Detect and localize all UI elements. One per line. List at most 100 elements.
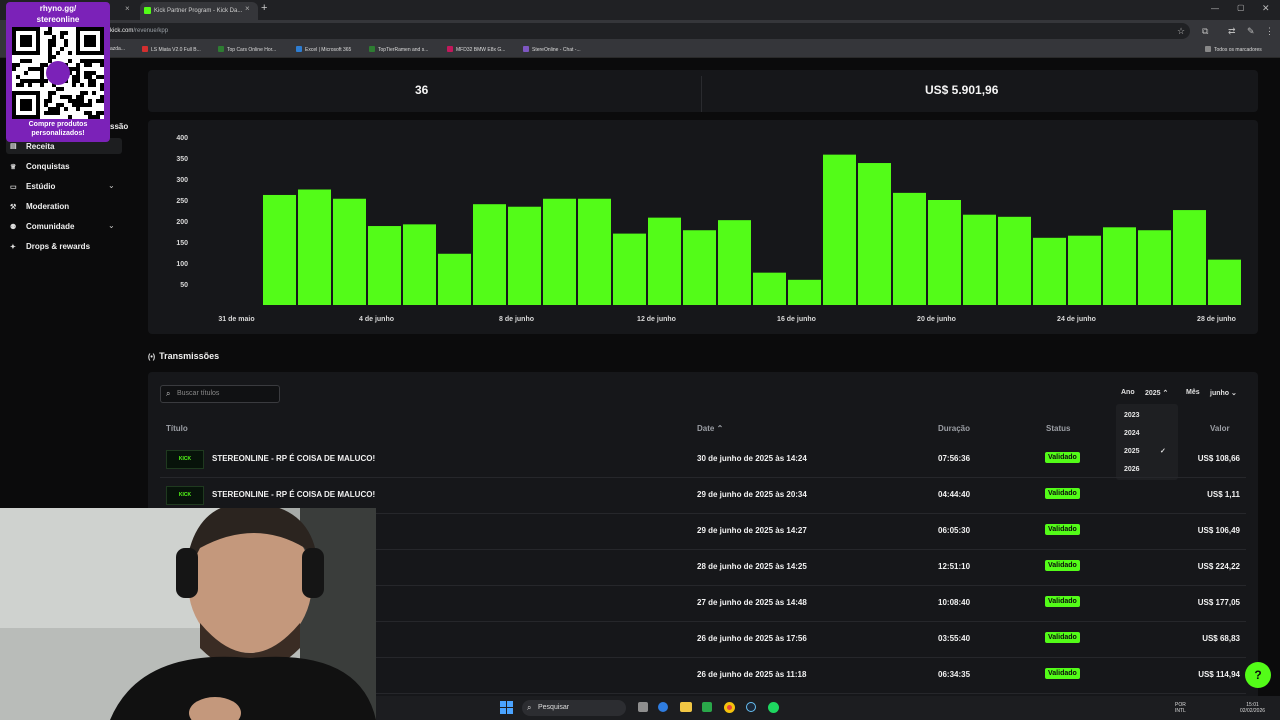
taskbar-search[interactable]: ⌕ Pesquisar xyxy=(522,700,626,716)
help-chat-button[interactable]: ? xyxy=(1245,662,1271,688)
chart-bar[interactable] xyxy=(1138,230,1171,305)
chart-bar[interactable] xyxy=(1173,210,1206,305)
section-title: (•) Transmissões xyxy=(148,351,220,361)
stream-thumbnail[interactable]: KICK xyxy=(166,450,204,469)
chart-bar[interactable] xyxy=(753,272,786,305)
chat-icon: ? xyxy=(1254,668,1262,682)
stream-date: 26 de junho de 2025 às 17:56 xyxy=(697,634,807,643)
stats-panel: 36 US$ 5.901,96 xyxy=(148,70,1258,112)
bookmark-item[interactable]: Top Cars Online Hor... xyxy=(218,46,276,53)
sidebar-item-comunidade[interactable]: ⚉ Comunidade xyxy=(10,222,74,231)
year-option[interactable]: 2023 xyxy=(1124,412,1140,419)
stream-title[interactable]: STEREONLINE - RP É COISA DE MALUCO! xyxy=(212,490,375,499)
windows-start-icon[interactable] xyxy=(500,701,514,715)
search-input[interactable]: ⌕ Buscar títulos xyxy=(160,385,280,403)
chevron-down-icon[interactable]: ⌄ xyxy=(108,221,115,230)
chart-bar[interactable] xyxy=(1033,237,1066,305)
menu-kebab-icon[interactable]: ⋮ xyxy=(1265,26,1274,37)
chart-bar[interactable] xyxy=(1103,227,1136,305)
chart-bar[interactable] xyxy=(823,154,856,305)
store-icon[interactable] xyxy=(702,702,712,712)
chart-bar[interactable] xyxy=(438,253,471,305)
chart-bar[interactable] xyxy=(403,224,436,305)
chart-bar[interactable] xyxy=(893,192,926,305)
stream-value: US$ 108,66 xyxy=(1197,454,1240,463)
cast-icon[interactable]: ⇄ xyxy=(1228,26,1236,37)
chart-bar[interactable] xyxy=(718,220,751,305)
chart-bar[interactable] xyxy=(788,279,821,305)
year-select[interactable]: 2025 ⌃ xyxy=(1145,389,1168,397)
close-tab-icon[interactable]: × xyxy=(125,4,130,13)
all-bookmarks[interactable]: Todos os marcadores xyxy=(1205,46,1262,53)
spotify-icon[interactable] xyxy=(768,702,779,713)
star-icon[interactable]: ☆ xyxy=(1177,26,1185,37)
close-tab-icon[interactable]: × xyxy=(245,4,250,13)
bookmark-item[interactable]: StereOnline - Chat -... xyxy=(523,46,581,53)
x-tick-label: 4 de junho xyxy=(359,316,394,323)
chart-bar[interactable] xyxy=(683,230,716,305)
url-field[interactable]: kick.com/revenue/kpp xyxy=(100,23,1190,39)
bookmark-item[interactable]: azda... xyxy=(110,46,125,52)
chart-bar[interactable] xyxy=(998,216,1031,305)
new-tab-icon[interactable]: + xyxy=(261,2,267,14)
language-indicator[interactable]: POR INTL xyxy=(1175,702,1186,714)
sidebar-item-drops[interactable]: ✦ Drops & rewards xyxy=(10,242,90,251)
x-tick-label: 28 de junho xyxy=(1197,316,1236,323)
edge-icon[interactable] xyxy=(658,702,668,712)
stat-count: 36 xyxy=(415,83,429,97)
stream-value: US$ 106,49 xyxy=(1197,526,1240,535)
kick-favicon-icon xyxy=(144,7,151,14)
qr-code xyxy=(12,27,104,119)
stat-total: US$ 5.901,96 xyxy=(925,83,999,97)
chart-bar[interactable] xyxy=(858,163,891,305)
chart-bar[interactable] xyxy=(648,217,681,305)
col-header-duration[interactable]: Duração xyxy=(938,424,970,433)
qr-caption-line1: Compre produtos xyxy=(28,121,88,128)
chart-bar[interactable] xyxy=(928,200,961,305)
y-tick-label: 300 xyxy=(176,177,188,184)
chart-bar[interactable] xyxy=(543,198,576,305)
chart-bar[interactable] xyxy=(578,198,611,305)
col-header-title[interactable]: Título xyxy=(166,424,188,433)
chart-bar[interactable] xyxy=(613,233,646,305)
bookmark-item[interactable]: Excel | Microsoft 365 xyxy=(296,46,351,53)
chart-bar[interactable] xyxy=(298,189,331,306)
bookmark-item[interactable]: TopTierRamen and s... xyxy=(369,46,428,53)
sidebar-item-moderation[interactable]: ⚒ Moderation xyxy=(10,202,69,211)
chart-bar[interactable] xyxy=(963,214,996,305)
stream-thumbnail[interactable]: KICK xyxy=(166,486,204,505)
chevron-down-icon[interactable]: ⌄ xyxy=(108,181,115,190)
bookmark-item[interactable]: MFD32 BMW E8x G... xyxy=(447,46,505,53)
col-header-status[interactable]: Status xyxy=(1046,424,1070,433)
chart-bar[interactable] xyxy=(473,204,506,305)
tab-kick-partner[interactable]: Kick Partner Program - Kick Da... xyxy=(140,2,258,20)
bookmark-item[interactable]: LS Miata V2.0 Full B... xyxy=(142,46,201,53)
chart-bar[interactable] xyxy=(1068,235,1101,305)
stream-date: 30 de junho de 2025 às 14:24 xyxy=(697,454,807,463)
x-tick-label: 31 de maio xyxy=(218,316,254,323)
chart-bar[interactable] xyxy=(1208,259,1241,305)
webcam-overlay xyxy=(0,508,376,720)
month-select[interactable]: junho ⌄ xyxy=(1210,389,1237,397)
clock[interactable]: 15:01 02/02/2026 xyxy=(1240,702,1265,714)
col-header-value[interactable]: Valor xyxy=(1210,424,1230,433)
task-view-icon[interactable] xyxy=(638,702,648,712)
steam-icon[interactable] xyxy=(746,702,756,712)
chart-bar[interactable] xyxy=(368,226,401,305)
chart-bar[interactable] xyxy=(263,194,296,305)
chart-bar[interactable] xyxy=(508,206,541,305)
sidebar-item-conquistas[interactable]: ♕ Conquistas xyxy=(10,162,70,171)
year-option[interactable]: 2024 xyxy=(1124,430,1140,437)
col-header-date[interactable]: Date ⌃ xyxy=(697,424,723,433)
chart-bar[interactable] xyxy=(333,198,366,305)
maximize-icon[interactable]: ▢ xyxy=(1237,3,1245,12)
stream-title[interactable]: STEREONLINE - RP É COISA DE MALUCO! xyxy=(212,454,375,463)
extensions-icon[interactable]: ⧉ xyxy=(1202,26,1208,37)
chrome-icon[interactable] xyxy=(724,702,735,713)
file-explorer-icon[interactable] xyxy=(680,702,692,712)
minimize-icon[interactable]: — xyxy=(1211,4,1219,13)
sidebar-item-estudio[interactable]: ▭ Estúdio xyxy=(10,182,55,191)
pen-icon[interactable]: ✎ xyxy=(1247,26,1255,37)
close-window-icon[interactable]: ✕ xyxy=(1262,3,1270,14)
table-row[interactable]: KICK STEREONLINE - RP É COISA DE MALUCO! 3… xyxy=(160,442,1246,478)
